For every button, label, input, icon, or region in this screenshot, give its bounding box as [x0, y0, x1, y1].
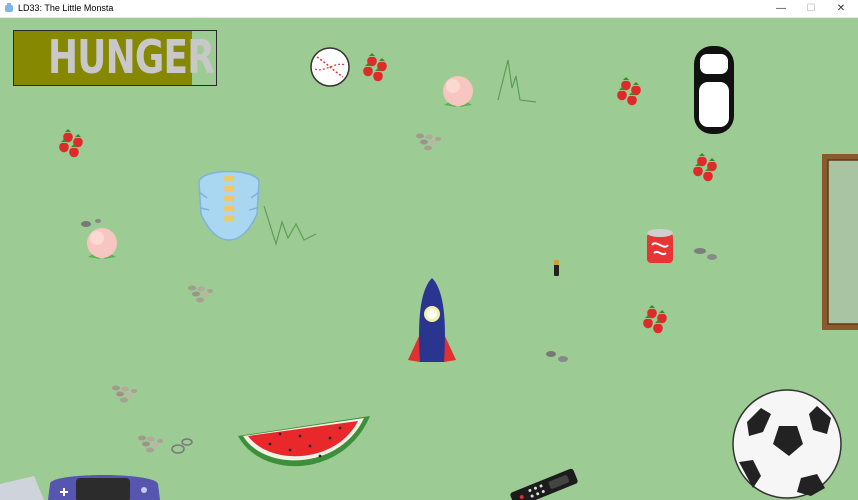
strawberries[interactable]	[693, 153, 717, 181]
stones	[416, 133, 441, 151]
scene-layer	[0, 46, 858, 500]
strawberries[interactable]	[617, 77, 641, 105]
baseball[interactable]	[310, 47, 350, 87]
window-title: LD33: The Little Monsta	[18, 3, 114, 13]
game-canvas[interactable]: HUNGER	[0, 18, 858, 500]
window-titlebar[interactable]: LD33: The Little Monsta — ☐ ✕	[0, 0, 858, 18]
picture-frame[interactable]	[822, 154, 858, 330]
strawberries[interactable]	[363, 53, 387, 81]
cigarette[interactable]	[554, 260, 559, 276]
stones	[81, 219, 717, 454]
minimize-button[interactable]: —	[766, 0, 796, 17]
strawberries[interactable]	[59, 129, 83, 157]
soccer-ball[interactable]	[732, 389, 842, 499]
watermelon[interactable]	[238, 416, 370, 467]
scribble	[263, 205, 317, 247]
scribble	[497, 59, 537, 103]
close-button[interactable]: ✕	[826, 0, 856, 17]
game-console[interactable]	[0, 475, 160, 500]
blue-monster[interactable]	[198, 170, 260, 241]
tv-remote[interactable]	[509, 468, 578, 500]
stones	[112, 385, 137, 403]
car[interactable]	[694, 46, 734, 134]
strawberries[interactable]	[643, 305, 667, 333]
soda-can[interactable]	[647, 229, 673, 263]
rocket[interactable]	[408, 278, 456, 362]
peach[interactable]	[443, 76, 473, 107]
stones	[138, 435, 163, 453]
maximize-button[interactable]: ☐	[796, 0, 826, 17]
stones	[188, 285, 213, 303]
peach[interactable]	[87, 228, 117, 259]
app-icon	[5, 3, 13, 12]
